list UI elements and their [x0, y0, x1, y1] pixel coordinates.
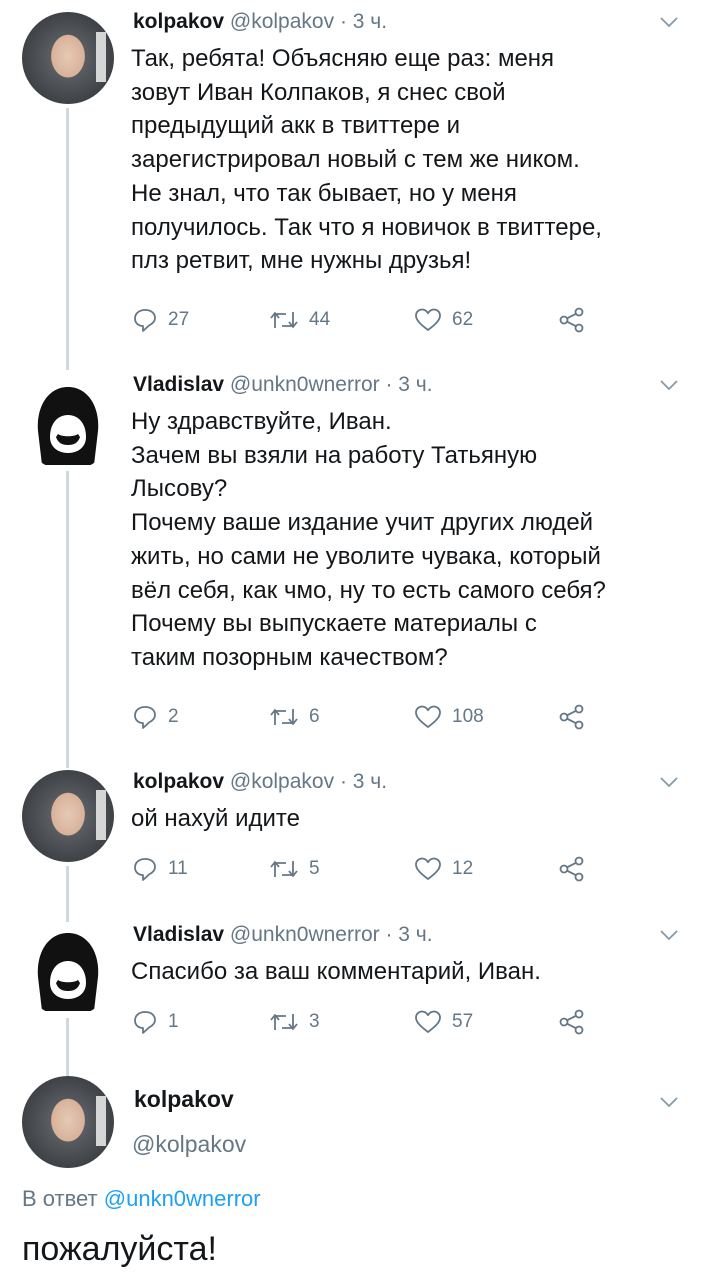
share-button[interactable]	[558, 702, 586, 732]
reply-count: 11	[168, 858, 188, 879]
retweet-count: 44	[309, 309, 331, 330]
like-count: 108	[452, 706, 484, 727]
tweet-text: ой нахуй идите	[131, 805, 300, 832]
hacker-hood-icon	[37, 933, 99, 1011]
author-name[interactable]: kolpakov	[133, 770, 224, 793]
share-icon	[559, 307, 584, 333]
author-handle[interactable]: @unkn0wnerror	[230, 923, 380, 946]
like-button[interactable]: 62	[414, 305, 473, 335]
chevron-down-icon[interactable]	[660, 379, 678, 391]
retweet-count: 5	[309, 858, 320, 879]
share-icon	[559, 856, 584, 882]
tweet-time: · 3 ч.	[339, 10, 388, 33]
tweet-actions: 1 3 57	[132, 1007, 602, 1037]
reply-icon	[134, 858, 156, 881]
tweet-actions: 2 6 108	[132, 702, 602, 732]
retweet-count: 6	[309, 706, 320, 727]
tweet-text: Ну здравствуйте, Иван. Зачем вы взяли на…	[131, 408, 606, 671]
tweet-header: kolpakov @kolpakov · 3 ч.	[133, 770, 634, 794]
chevron-down-icon[interactable]	[660, 1096, 678, 1108]
retweet-icon	[270, 1014, 298, 1030]
tweet-header: Vladislav @unkn0wnerror · 3 ч.	[133, 923, 634, 947]
tweet-time: · 3 ч.	[339, 770, 388, 793]
like-count: 62	[452, 309, 474, 330]
avatar[interactable]	[22, 1076, 114, 1168]
retweet-icon	[270, 861, 298, 877]
tweet-text: пожалуйста!	[22, 1230, 217, 1268]
reply-count: 2	[168, 706, 179, 727]
tweet[interactable]: Vladislav @unkn0wnerror · 3 ч. Спасибо з…	[0, 915, 704, 1065]
like-count: 12	[452, 858, 474, 879]
reply-icon	[134, 309, 156, 332]
share-button[interactable]	[558, 305, 586, 335]
author-name[interactable]: kolpakov	[134, 1086, 234, 1113]
retweet-button[interactable]: 44	[269, 305, 330, 335]
reply-count: 1	[168, 1011, 179, 1032]
avatar[interactable]	[22, 925, 114, 1017]
author-name[interactable]: Vladislav	[133, 373, 224, 396]
reply-mention-link[interactable]: @unkn0wnerror	[104, 1186, 261, 1211]
reply-button[interactable]: 2	[132, 702, 179, 732]
reply-context: В ответ @unkn0wnerror	[22, 1186, 261, 1212]
avatar[interactable]	[22, 770, 114, 862]
retweet-icon	[270, 312, 298, 328]
avatar[interactable]	[22, 12, 114, 104]
retweet-count: 3	[309, 1011, 320, 1032]
like-button[interactable]: 12	[414, 854, 473, 884]
hacker-hood-icon	[37, 387, 99, 465]
tweet-header: Vladislav @unkn0wnerror · 3 ч.	[133, 373, 634, 397]
reply-button[interactable]: 11	[132, 854, 188, 884]
share-button[interactable]	[558, 854, 586, 884]
retweet-icon	[270, 709, 298, 725]
tweet[interactable]: kolpakov @kolpakov · 3 ч. Так, ребята! О…	[0, 0, 704, 370]
tweet-time: · 3 ч.	[385, 373, 433, 396]
retweet-button[interactable]: 3	[269, 1007, 320, 1037]
tweet-text: Спасибо за ваш комментарий, Иван.	[131, 958, 541, 985]
tweet-text: Так, ребята! Объясняю еще раз: меня зову…	[131, 45, 602, 275]
like-button[interactable]: 57	[414, 1007, 473, 1037]
chevron-down-icon[interactable]	[660, 16, 678, 28]
tweet-header: kolpakov @kolpakov · 3 ч.	[133, 10, 634, 34]
share-icon	[559, 1009, 584, 1035]
avatar[interactable]	[22, 379, 114, 471]
like-icon	[415, 705, 441, 728]
share-icon	[559, 704, 584, 730]
author-handle[interactable]: @kolpakov	[132, 1131, 246, 1158]
author-name[interactable]: Vladislav	[133, 923, 224, 946]
like-button[interactable]: 108	[414, 702, 484, 732]
tweet[interactable]: Vladislav @unkn0wnerror · 3 ч. Ну здравс…	[0, 365, 704, 765]
tweet-time: · 3 ч.	[385, 923, 433, 946]
chevron-down-icon[interactable]	[660, 929, 678, 941]
author-handle[interactable]: @unkn0wnerror	[230, 373, 380, 396]
tweet[interactable]: kolpakov @kolpakov · 3 ч. ой нахуй идите…	[0, 762, 704, 912]
reply-button[interactable]: 1	[132, 1007, 179, 1037]
reply-prefix: В ответ	[22, 1186, 98, 1211]
retweet-button[interactable]: 5	[269, 854, 320, 884]
like-icon	[415, 857, 441, 880]
reply-count: 27	[168, 309, 190, 330]
chevron-down-icon[interactable]	[660, 776, 678, 788]
author-handle[interactable]: @kolpakov	[230, 770, 334, 793]
tweet-actions: 27 44 62	[132, 305, 602, 335]
author-handle[interactable]: @kolpakov	[230, 10, 334, 33]
like-count: 57	[452, 1011, 474, 1032]
share-button[interactable]	[558, 1007, 586, 1037]
reply-icon	[134, 706, 156, 729]
retweet-button[interactable]: 6	[269, 702, 320, 732]
like-icon	[415, 308, 441, 331]
reply-button[interactable]: 27	[132, 305, 189, 335]
like-icon	[415, 1010, 441, 1033]
tweet-actions: 11 5 12	[132, 854, 602, 884]
author-name[interactable]: kolpakov	[133, 10, 224, 33]
reply-icon	[134, 1011, 156, 1034]
